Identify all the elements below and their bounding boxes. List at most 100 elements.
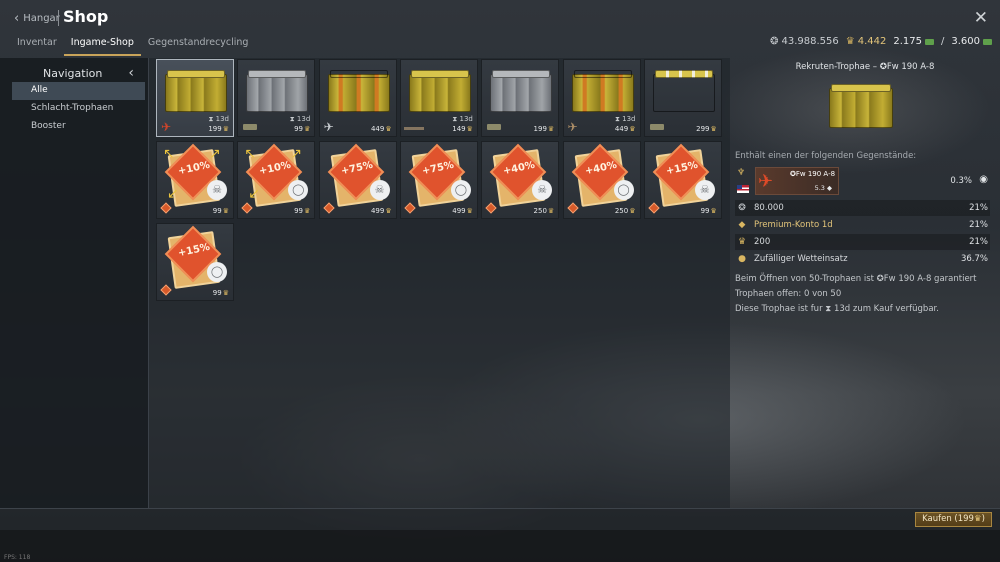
xp-current: 2.175 — [893, 36, 934, 47]
currency-bar: ❂ 43.988.556 ♛ 4.442 2.175 / 3.600 — [770, 36, 992, 47]
trophy-card[interactable]: ⧗ 13d 99 ♛ — [237, 59, 316, 137]
ship-icon — [403, 127, 424, 130]
eagle-icon: ♛ — [466, 125, 473, 133]
xp-current-amount: 2.175 — [893, 36, 922, 47]
tab-gegenstandrecycling[interactable]: Gegenstandrecycling — [141, 35, 256, 56]
crate-icon — [246, 68, 309, 112]
booster-type-icon — [485, 202, 497, 214]
eagle-icon: ♛ — [385, 207, 392, 215]
eagle-icon: ♛ — [737, 237, 747, 247]
booster-card[interactable]: +40% ◯ 250 ♛ — [562, 141, 641, 219]
wolf-icon: ☠ — [207, 180, 227, 200]
booster-card[interactable]: +40% ☠ 250 ♛ — [481, 141, 560, 219]
arrow-icon: ↙ — [167, 186, 179, 202]
booster-card[interactable]: +75% ☠ 499 ♛ — [318, 141, 397, 219]
trophy-card[interactable]: ✈ ⧗ 13d 199 ♛ — [156, 59, 234, 137]
tab-ingame-shop[interactable]: Ingame-Shop — [63, 35, 141, 56]
price-label: 149 ♛ — [452, 125, 473, 133]
crate-icon — [165, 68, 227, 112]
bottom-bar: FPS: 118 — [0, 530, 1000, 562]
tank-icon — [243, 124, 258, 130]
premium-icon: ◆ — [738, 220, 746, 230]
timer-label: ⧗ 13d — [208, 115, 230, 123]
rank-icon: ♆ — [737, 168, 746, 178]
booster-card[interactable]: +10% ☠ ↖ ↗ ↙ 99 ♛ — [156, 141, 234, 219]
wolf-icon: ☠ — [694, 180, 715, 200]
xp-icon — [924, 38, 934, 45]
booster-card[interactable]: +15% ☠ 99 ♛ — [643, 141, 722, 219]
price-label: 99 ♛ — [212, 289, 229, 297]
booster-type-icon — [322, 202, 335, 214]
content-label: Premium-Konto 1d — [754, 220, 833, 230]
info-availability: Diese Trophae ist fur ⧗ 13d zum Kauf ver… — [735, 304, 939, 314]
price-label: 99 ♛ — [294, 125, 311, 133]
eagle-icon: ♛ — [222, 289, 229, 297]
trophy-card[interactable]: 199 ♛ — [481, 59, 560, 137]
golden-eagle-amount: 4.442 — [857, 36, 887, 47]
tab-inventar[interactable]: Inventar — [10, 35, 64, 56]
trophy-card[interactable]: ✈ 449 ♛ — [318, 59, 397, 137]
xp-total-amount: 3.600 — [951, 36, 980, 47]
xp-total: 3.600 — [951, 36, 992, 47]
trophy-card[interactable]: ⧗ 13d 149 ♛ — [399, 59, 478, 137]
booster-card[interactable]: +15% ◯ 99 ♛ — [156, 223, 234, 301]
bulb-icon: ◯ — [450, 180, 471, 200]
eagle-icon: ♛ — [629, 207, 636, 215]
bulb-icon: ◯ — [288, 180, 309, 200]
content-chance: 21% — [969, 220, 988, 230]
wager-icon: ● — [738, 254, 746, 264]
booster-card[interactable]: +10% ◯ ↖ ↗ ↙ 99 ♛ — [237, 141, 316, 219]
content-row-eagles: ♛ 200 21% — [735, 234, 990, 250]
eagle-icon: ♛ — [466, 207, 473, 215]
price-label: 299 ♛ — [696, 125, 717, 133]
crate-icon — [490, 68, 553, 112]
eagle-icon: ♛ — [547, 125, 555, 133]
tank-icon — [649, 124, 664, 130]
nav-item-schlacht-trophaen[interactable]: Schlacht-Trophaen — [12, 100, 145, 118]
content-label: 200 — [754, 237, 771, 247]
footer-band — [0, 508, 1000, 530]
plane-icon: ✈ — [567, 120, 578, 134]
page-title: Shop — [63, 7, 109, 26]
buy-button[interactable]: Kaufen (199♛) — [915, 512, 992, 527]
trophy-crate-image — [829, 82, 893, 128]
eagle-icon: ♛ — [222, 125, 229, 133]
price-label: 99 ♛ — [294, 207, 311, 215]
timer-label: ⧗ 13d — [452, 115, 473, 123]
arrow-icon: ↖ — [244, 146, 257, 162]
nav-item-booster[interactable]: Booster — [12, 118, 145, 136]
timer-label: ⧗ 13d — [289, 115, 311, 123]
info-opened-count: Trophaen offen: 0 von 50 — [735, 289, 842, 299]
eagle-icon: ♛ — [973, 514, 982, 524]
battle-rating: 5.3 ◆ — [814, 184, 832, 192]
tank-icon — [487, 124, 502, 130]
collapse-chevron-icon[interactable]: ‹ — [128, 65, 134, 81]
eye-icon[interactable]: ◉ — [979, 174, 988, 185]
arrow-icon: ↗ — [290, 146, 303, 162]
vehicle-reward-row: ♆ ✈ ✪Fw 190 A-8 5.3 ◆ 0.3% ◉ — [735, 167, 990, 199]
content-row-wager: ● Zufälliger Wetteinsatz 36.7% — [735, 251, 990, 267]
back-to-hangar-link[interactable]: ‹ Hangar — [14, 11, 60, 26]
price-label: 99 ♛ — [212, 207, 229, 215]
trophy-card[interactable]: 299 ♛ — [643, 59, 722, 137]
price-label: 250 ♛ — [533, 207, 555, 215]
eagle-icon: ♛ — [845, 36, 855, 47]
close-icon[interactable]: ✕ — [974, 8, 988, 28]
price-label: 449 ♛ — [614, 125, 636, 133]
nav-item-alle[interactable]: Alle — [12, 82, 145, 100]
info-guarantee: Beim Öffnen von 50-Trophaen ist ✪Fw 190 … — [735, 274, 977, 284]
booster-type-icon — [566, 202, 579, 214]
eagle-icon: ♛ — [304, 207, 311, 215]
contains-label: Enthält einen der folgenden Gegenstände: — [735, 151, 917, 161]
tab-bar: Inventar Ingame-Shop Gegenstandrecycling — [10, 35, 255, 56]
price-label: 99 ♛ — [700, 207, 717, 215]
item-details-panel: Rekruten-Trophae – ✪Fw 190 A-8 Enthält e… — [730, 58, 1000, 508]
booster-card[interactable]: +75% ◯ 499 ♛ — [399, 141, 478, 219]
price-label: 199 ♛ — [533, 125, 555, 133]
trophy-card[interactable]: ✈ ⧗ 13d 449 ♛ — [562, 59, 641, 137]
vehicle-card[interactable]: ✈ ✪Fw 190 A-8 5.3 ◆ — [755, 167, 839, 195]
eagle-icon: ♛ — [304, 125, 311, 133]
plane-icon: ✈ — [161, 120, 172, 134]
xp-separator: / — [940, 36, 945, 47]
arrow-icon: ↗ — [209, 146, 221, 162]
